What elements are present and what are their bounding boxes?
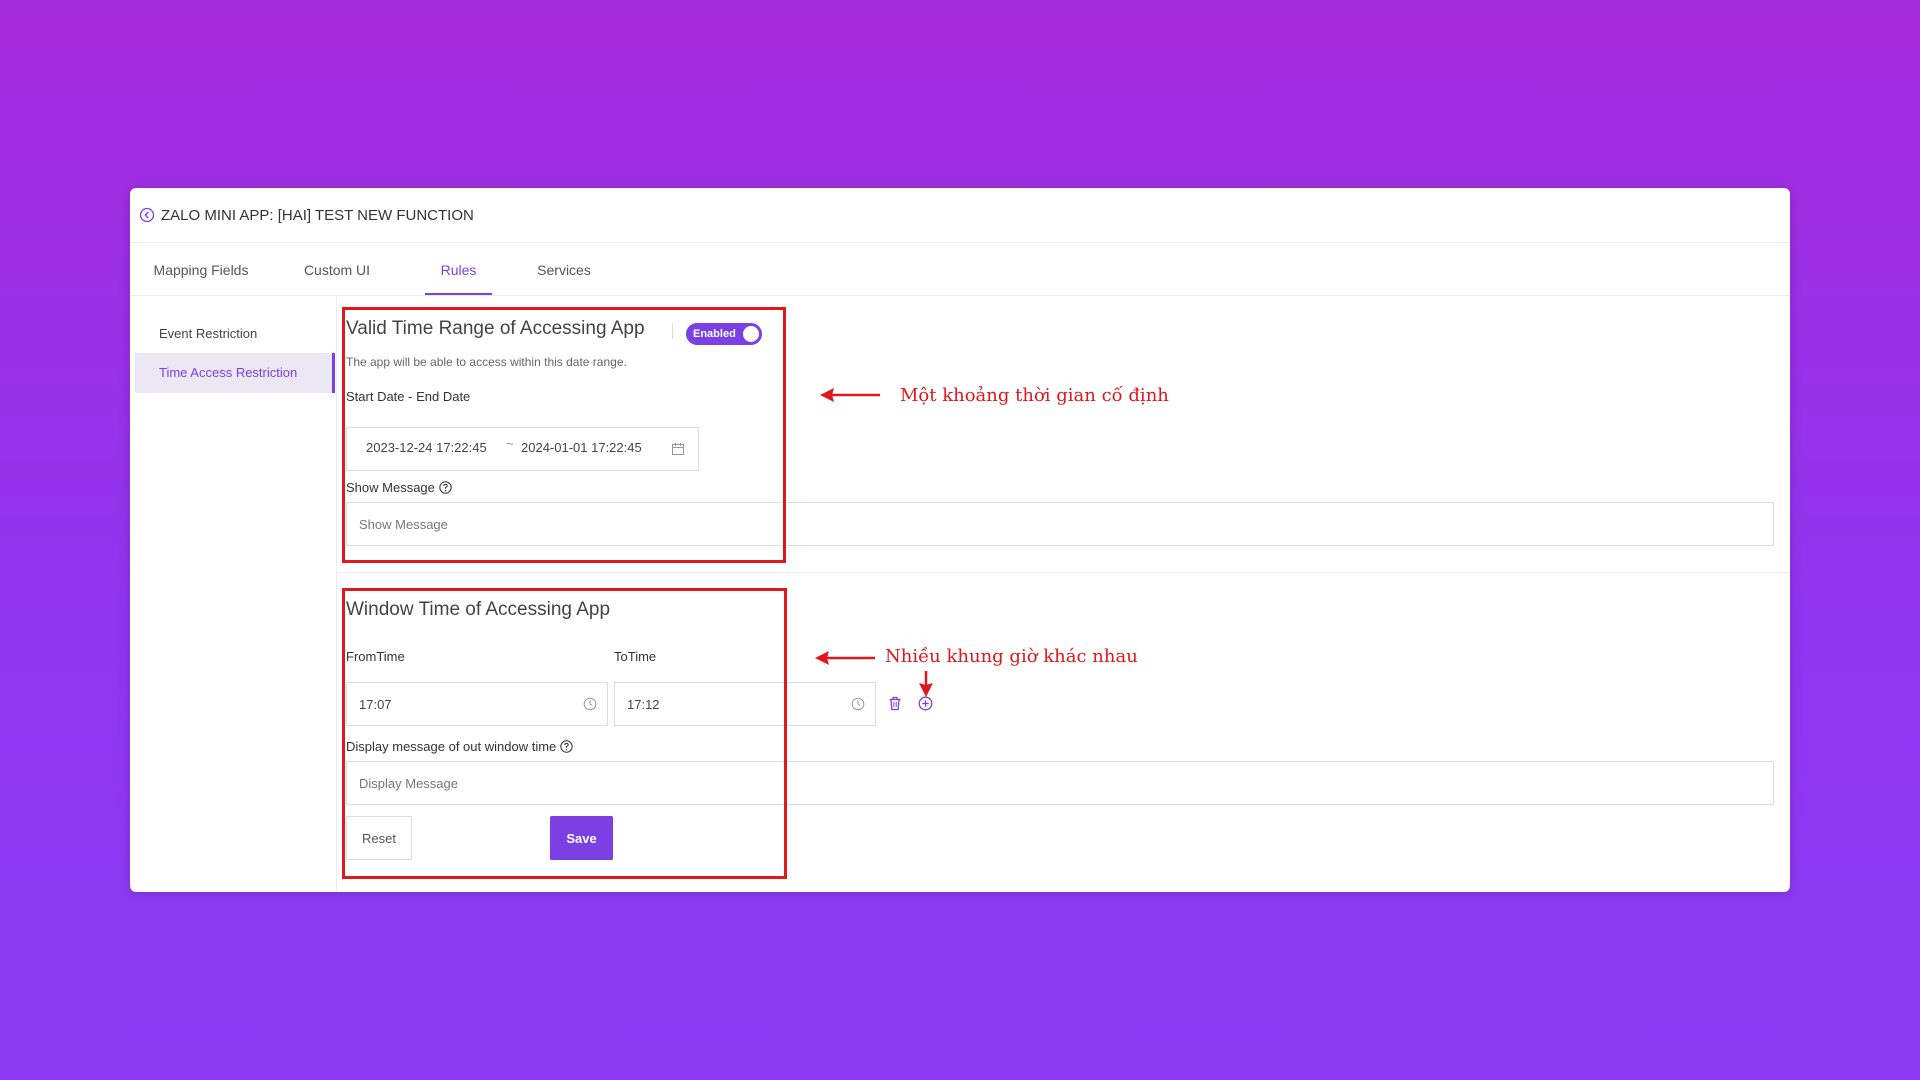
page-title: ZALO MINI APP: [HAI] TEST NEW FUNCTION — [161, 206, 474, 224]
tab-rules[interactable]: Rules — [425, 243, 492, 295]
from-time-value: 17:07 — [359, 696, 392, 712]
clock-icon — [583, 697, 597, 711]
page-header: ZALO MINI APP: [HAI] TEST NEW FUNCTION — [130, 188, 1790, 243]
to-time-label: ToTime — [614, 649, 657, 664]
reset-button[interactable]: Reset — [346, 816, 412, 860]
to-time-value: 17:12 — [627, 696, 660, 712]
display-message-label-row: Display message of out window time — [346, 739, 573, 754]
help-icon[interactable] — [439, 481, 452, 494]
calendar-icon — [671, 442, 685, 456]
toggle-knob — [743, 326, 759, 342]
enabled-toggle[interactable]: Enabled — [686, 323, 762, 345]
display-message-label: Display message of out window time — [346, 739, 557, 754]
back-arrow-icon[interactable] — [139, 207, 155, 223]
to-time-picker[interactable]: 17:12 — [614, 682, 876, 726]
add-time-slot-icon[interactable] — [918, 696, 933, 711]
rules-sidebar: Event Restriction Time Access Restrictio… — [130, 296, 337, 892]
show-message-input[interactable] — [346, 502, 1774, 546]
section-divider — [336, 572, 1790, 573]
date-range-picker[interactable]: 2023-12-24 17:22:45 ~ 2024-01-01 17:22:4… — [346, 427, 699, 471]
annotation-arrow-left-icon — [820, 388, 880, 402]
date-separator: ~ — [506, 436, 514, 451]
annotation-multiple-windows: Nhiều khung giờ khác nhau — [885, 646, 1138, 667]
delete-time-slot-icon[interactable] — [888, 696, 902, 711]
date-range-label: Start Date - End Date — [346, 389, 471, 404]
from-time-picker[interactable]: 17:07 — [346, 682, 608, 726]
window-time-title: Window Time of Accessing App — [346, 599, 611, 620]
title-divider — [672, 323, 673, 339]
clock-icon — [851, 697, 865, 711]
annotation-arrow-down-icon — [919, 671, 933, 697]
tab-bar: Mapping Fields Custom UI Rules Services — [130, 243, 1790, 296]
annotation-arrow-left-icon — [815, 651, 875, 665]
save-button[interactable]: Save — [550, 816, 613, 860]
show-message-label-row: Show Message — [346, 480, 452, 495]
toggle-label: Enabled — [693, 328, 736, 340]
valid-range-description: The app will be able to access within th… — [346, 355, 627, 369]
from-time-label: FromTime — [346, 649, 405, 664]
annotation-fixed-range: Một khoảng thời gian cố định — [900, 385, 1169, 406]
tab-custom-ui[interactable]: Custom UI — [298, 243, 376, 295]
sidebar-item-time-access-restriction[interactable]: Time Access Restriction — [135, 353, 335, 393]
help-icon[interactable] — [560, 740, 573, 753]
display-message-input[interactable] — [346, 761, 1774, 805]
end-date-value[interactable]: 2024-01-01 17:22:45 — [521, 440, 642, 455]
tab-mapping-fields[interactable]: Mapping Fields — [151, 243, 251, 295]
valid-range-title: Valid Time Range of Accessing App — [346, 318, 645, 339]
show-message-label: Show Message — [346, 480, 435, 495]
tab-services[interactable]: Services — [534, 243, 594, 295]
sidebar-item-event-restriction[interactable]: Event Restriction — [135, 314, 335, 354]
settings-card: ZALO MINI APP: [HAI] TEST NEW FUNCTION M… — [130, 188, 1790, 892]
start-date-value[interactable]: 2023-12-24 17:22:45 — [366, 440, 487, 455]
